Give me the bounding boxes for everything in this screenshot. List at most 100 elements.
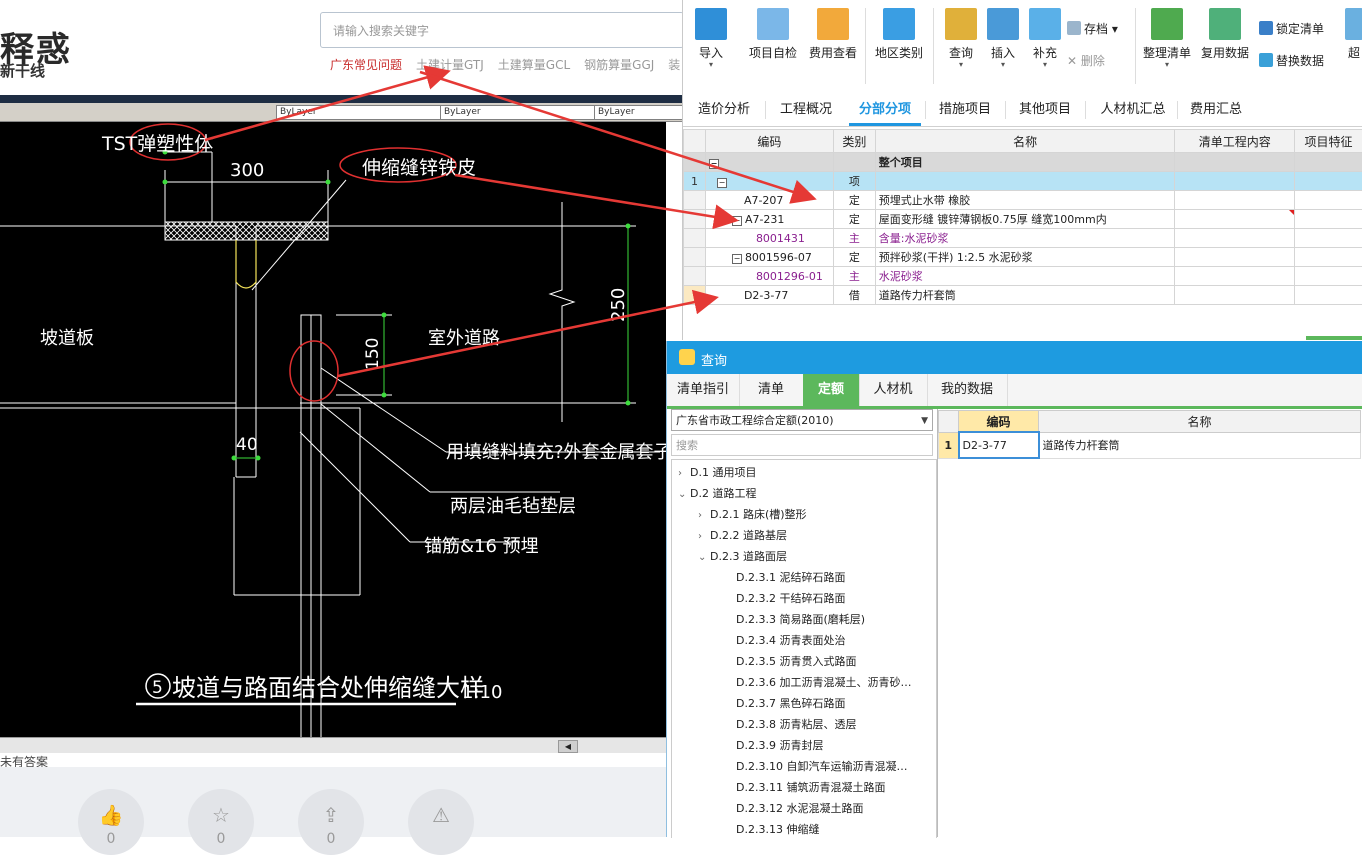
result-col-code[interactable]: 编码: [959, 411, 1039, 433]
collapse-icon[interactable]: −: [709, 159, 719, 169]
import-button[interactable]: 导入▾: [695, 4, 727, 69]
tree-leaf[interactable]: D.2.3.6 加工沥青混凝土、沥青砂…: [736, 674, 911, 690]
tree-leaf[interactable]: D.2.3.2 干结碎石路面: [736, 590, 845, 606]
tab-list[interactable]: 清单: [739, 374, 804, 406]
cost-view-button[interactable]: 费用查看: [809, 4, 857, 61]
tree-node[interactable]: ›D.2.2 道路基层: [698, 527, 787, 543]
tree-leaf[interactable]: D.2.3.12 水泥混凝土路面: [736, 800, 863, 816]
delete-label: 删除: [1081, 54, 1105, 68]
like-button[interactable]: 👍0: [78, 789, 144, 855]
tree-leaf[interactable]: D.2.3.10 自卸汽车运输沥青混凝…: [736, 758, 907, 774]
result-name-cell: 道路传力杆套筒: [1039, 432, 1361, 458]
tree-leaf[interactable]: D.2.3.4 沥青表面处治: [736, 632, 845, 648]
query-button[interactable]: 查询▾: [945, 4, 977, 69]
tree-leaf[interactable]: D.2.3.1 泥结碎石路面: [736, 569, 845, 585]
link-gtj[interactable]: 土建计量GTJ: [416, 58, 484, 72]
tree-node[interactable]: ⌄D.2 道路工程: [678, 485, 756, 501]
delete-button[interactable]: ✕ 删除: [1067, 52, 1105, 69]
tree-leaf[interactable]: D.2.3.3 简易路面(磨耗层): [736, 611, 865, 627]
col-feature[interactable]: 项目特征: [1295, 130, 1362, 153]
report-button[interactable]: ⚠: [408, 789, 474, 855]
like-count: 0: [78, 831, 144, 847]
layer-select-3[interactable]: ByLayer: [594, 105, 685, 120]
layer-select-2[interactable]: ByLayer: [440, 105, 595, 120]
tree-leaf[interactable]: D.2.3.7 黑色碎石路面: [736, 695, 845, 711]
tree-leaf[interactable]: D.2.3.5 沥青贯入式路面: [736, 653, 856, 669]
col-content[interactable]: 清单工程内容: [1175, 130, 1295, 153]
link-ggj[interactable]: 钢筋算量GGJ: [584, 58, 654, 72]
link-guangdong-faq[interactable]: 广东常见问题: [330, 58, 402, 72]
collapse-icon[interactable]: −: [732, 216, 742, 226]
table-row[interactable]: 1 − 项: [684, 172, 1362, 191]
main-tabs: 造价分析 工程概况 分部分项 措施项目 其他项目 人材机汇总 费用汇总: [683, 92, 1362, 127]
tab-labor-material-summary[interactable]: 人材机汇总: [1089, 92, 1177, 126]
save-button[interactable]: 存档 ▾: [1067, 20, 1118, 37]
tree-leaf[interactable]: D.2.3.13 伸缩缝: [736, 821, 819, 837]
collapse-icon[interactable]: −: [732, 254, 742, 264]
import-label: 导入: [699, 46, 723, 60]
link-more[interactable]: 装: [668, 58, 680, 72]
collapse-icon[interactable]: −: [717, 178, 727, 188]
cad-horizontal-scrollbar[interactable]: ◀: [0, 737, 666, 754]
query-dialog-titlebar[interactable]: 查询: [667, 341, 1362, 374]
link-gcl[interactable]: 土建算量GCL: [498, 58, 570, 72]
region-button[interactable]: 地区类别: [875, 4, 923, 61]
tab-labor-material[interactable]: 人材机: [859, 374, 928, 406]
tree-node[interactable]: ⌄D.2.3 道路面层: [698, 548, 787, 564]
tab-fee-summary[interactable]: 费用汇总: [1181, 92, 1251, 126]
tab-list-guide[interactable]: 清单指引: [667, 374, 740, 406]
col-name[interactable]: 名称: [875, 130, 1175, 153]
tree-leaf[interactable]: D.2.3.8 沥青粘层、透层: [736, 716, 856, 732]
supplement-button[interactable]: 补充▾: [1029, 4, 1061, 69]
pricing-app-window: 导入▾ 项目自检 费用查看 地区类别 查询▾ 插入▾ 补充▾ 存档 ▾ ✕ 删除…: [682, 0, 1362, 340]
drawing-title: 坡道与路面结合处伸缩缝大样: [172, 674, 484, 702]
tab-norm[interactable]: 定额: [803, 374, 860, 406]
scroll-left-icon[interactable]: ◀: [558, 740, 578, 753]
norm-search-input[interactable]: 搜索: [671, 434, 933, 456]
lock-list-button[interactable]: 锁定清单: [1259, 20, 1324, 37]
tab-project-overview[interactable]: 工程概况: [771, 92, 841, 126]
norm-library-select[interactable]: 广东省市政工程综合定额(2010) ▼: [671, 409, 933, 431]
dialog-splitter[interactable]: [937, 409, 938, 837]
tree-node[interactable]: ›D.1 通用项目: [678, 464, 756, 480]
query-dialog: 查询 清单指引 清单 定额 人材机 我的数据 广东省市政工程综合定额(2010)…: [666, 341, 1362, 837]
table-row[interactable]: −8001596-07 定 预拌砂浆(干拌) 1:2.5 水泥砂浆: [684, 248, 1362, 267]
favorite-count: 0: [188, 831, 254, 847]
supplement-label: 补充: [1033, 46, 1057, 60]
table-row[interactable]: −A7-231 定 屋面变形缝 镀锌薄钢板0.75厚 缝宽100mm内: [684, 210, 1362, 229]
cad-drawing-viewport[interactable]: TST弹塑性体 300 伸缩缝锌铁皮 坡道板 室外道路 40 用填缝料填充?外套…: [0, 122, 666, 737]
col-code[interactable]: 编码: [705, 130, 833, 153]
table-row[interactable]: 8001296-01 主 水泥砂浆: [684, 267, 1362, 286]
tab-sub-items[interactable]: 分部分项: [849, 92, 921, 126]
table-row[interactable]: − 整个项目: [684, 153, 1362, 172]
layer-select-1[interactable]: ByLayer: [276, 105, 441, 120]
organize-list-button[interactable]: 整理清单▾: [1143, 4, 1191, 69]
tab-measures[interactable]: 措施项目: [929, 92, 1001, 126]
tab-cost-analysis[interactable]: 造价分析: [689, 92, 759, 126]
tree-leaf[interactable]: D.2.3.9 沥青封层: [736, 737, 823, 753]
more-button[interactable]: 超: [1345, 4, 1362, 61]
tree-node[interactable]: ›D.2.1 路床(槽)整形: [698, 506, 807, 522]
replace-data-button[interactable]: 替换数据: [1259, 52, 1324, 69]
site-search-input[interactable]: 请输入搜索关键字: [320, 12, 684, 48]
tab-my-data[interactable]: 我的数据: [927, 374, 1008, 406]
result-col-name[interactable]: 名称: [1039, 411, 1361, 433]
insert-button[interactable]: 插入▾: [987, 4, 1019, 69]
label-anchor-bar: 锚筋&16 预埋: [424, 536, 539, 557]
label-felt: 两层油毛毡垫层: [450, 496, 576, 517]
col-type[interactable]: 类别: [833, 130, 875, 153]
table-row[interactable]: A7-207 定 预埋式止水带 橡胶: [684, 191, 1362, 210]
delete-icon: ✕: [1067, 54, 1077, 68]
label-fill: 用填缝料填充?外套金属套子φ3: [446, 442, 666, 463]
favorite-button[interactable]: ☆0: [188, 789, 254, 855]
tree-leaf[interactable]: D.2.3.11 铺筑沥青混凝土路面: [736, 779, 885, 795]
tab-other-items[interactable]: 其他项目: [1009, 92, 1081, 126]
table-row[interactable]: 1 D2-3-77 道路传力杆套筒: [939, 432, 1361, 458]
reuse-data-button[interactable]: 复用数据: [1201, 4, 1249, 61]
self-check-button[interactable]: 项目自检: [749, 4, 797, 61]
share-button[interactable]: ⇪0: [298, 789, 364, 855]
table-row[interactable]: 8001431 主 含量:水泥砂浆: [684, 229, 1362, 248]
result-code-cell[interactable]: D2-3-77: [959, 432, 1039, 458]
splitter-handle[interactable]: [1306, 336, 1362, 340]
table-row[interactable]: D2-3-77 借 道路传力杆套筒: [684, 286, 1362, 305]
